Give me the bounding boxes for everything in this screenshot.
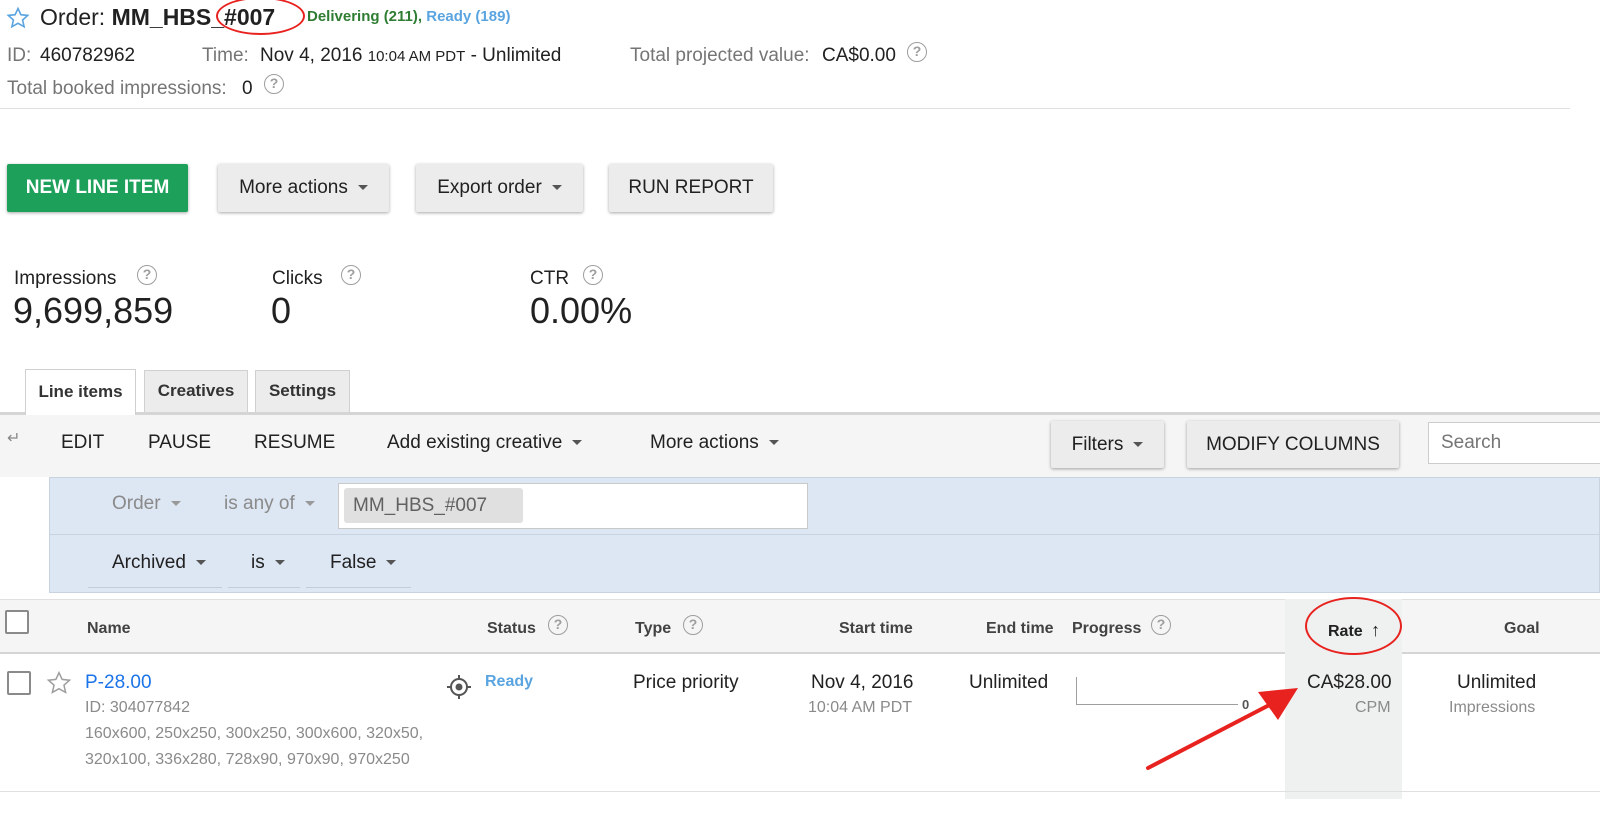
help-icon[interactable]: ?: [264, 74, 284, 94]
help-icon[interactable]: ?: [583, 265, 603, 285]
rate-unit: CPM: [1355, 699, 1391, 716]
goal-unit: Impressions: [1449, 699, 1536, 716]
collapse-arrow-icon[interactable]: ↵: [7, 428, 20, 448]
caret-down-icon: [304, 501, 315, 507]
booked-label: Total booked impressions:: [7, 78, 227, 99]
header-divider: [0, 108, 1570, 109]
booked-value: 0: [242, 78, 253, 99]
filter-operator-is[interactable]: is: [228, 552, 300, 588]
status-summary: Delivering (211), Ready (189): [307, 8, 511, 25]
add-existing-creative-dropdown[interactable]: Add existing creative: [387, 432, 583, 454]
target-icon: [446, 674, 472, 705]
order-name: MM_HBS_: [111, 4, 225, 30]
help-icon[interactable]: ?: [907, 42, 927, 62]
goal-value: Unlimited: [1457, 672, 1537, 693]
header-progress[interactable]: Progress: [1072, 620, 1141, 638]
run-report-button[interactable]: RUN REPORT: [609, 164, 773, 212]
caret-down-icon: [572, 440, 583, 446]
rate-value: CA$28.00: [1307, 672, 1392, 693]
annotation-circle: [216, 0, 305, 35]
caret-down-icon: [357, 185, 368, 191]
help-icon[interactable]: ?: [1151, 615, 1171, 635]
caret-down-icon: [1133, 442, 1144, 448]
id-label: ID:: [7, 45, 32, 66]
impressions-value: 9,699,859: [13, 290, 174, 331]
line-item-sizes: 320x100, 336x280, 728x90, 970x90, 970x25…: [85, 751, 410, 768]
caret-down-icon: [274, 560, 285, 566]
ctr-value: 0.00%: [530, 290, 633, 331]
clicks-value: 0: [271, 290, 292, 331]
header-name[interactable]: Name: [87, 620, 131, 638]
row-checkbox[interactable]: [7, 671, 31, 695]
header-start-time[interactable]: Start time: [839, 620, 913, 638]
projected-label: Total projected value:: [630, 45, 810, 66]
caret-down-icon: [386, 560, 397, 566]
annotation-circle: [1305, 597, 1402, 655]
header-status[interactable]: Status: [487, 620, 536, 638]
header-end-time[interactable]: End time: [986, 620, 1054, 638]
caret-down-icon: [170, 501, 181, 507]
filter-value-false[interactable]: False: [306, 552, 411, 588]
delivering-count[interactable]: Delivering (211): [307, 8, 418, 25]
search-input[interactable]: [1428, 422, 1600, 464]
line-item-id: ID: 304077842: [85, 699, 190, 716]
caret-down-icon: [768, 440, 779, 446]
star-icon[interactable]: [6, 6, 30, 35]
time-label: Time:: [202, 45, 249, 66]
annotation-arrow: [1146, 688, 1298, 770]
pause-button[interactable]: PAUSE: [148, 432, 211, 454]
toolbar-more-actions-dropdown[interactable]: More actions: [650, 432, 779, 454]
start-date: Nov 4, 2016: [811, 672, 914, 693]
export-order-button[interactable]: Export order: [416, 164, 583, 212]
start-clock: 10:04 AM PDT: [808, 699, 913, 716]
resume-button[interactable]: RESUME: [254, 432, 335, 454]
ctr-label: CTR: [530, 268, 570, 289]
projected-value: CA$0.00: [822, 45, 896, 66]
filter-chip[interactable]: MM_HBS_#007: [344, 488, 523, 523]
impressions-label: Impressions: [14, 268, 117, 289]
more-actions-button[interactable]: More actions: [218, 164, 389, 212]
help-icon[interactable]: ?: [137, 265, 157, 285]
line-item-link[interactable]: P-28.00: [85, 672, 152, 694]
filter-field-order[interactable]: Order: [112, 493, 181, 515]
new-line-item-button[interactable]: NEW LINE ITEM: [7, 164, 188, 212]
header-type[interactable]: Type: [635, 620, 671, 638]
star-icon[interactable]: [46, 670, 72, 701]
line-item-type: Price priority: [633, 672, 739, 693]
tab-creatives[interactable]: Creatives: [144, 370, 248, 414]
line-item-sizes: 160x600, 250x250, 300x250, 300x600, 320x…: [85, 725, 424, 742]
status-badge: Ready: [485, 673, 534, 690]
help-icon[interactable]: ?: [341, 265, 361, 285]
filter-field-archived[interactable]: Archived: [88, 552, 222, 588]
help-icon[interactable]: ?: [548, 615, 568, 635]
caret-down-icon: [195, 560, 206, 566]
filter-operator-any[interactable]: is any of: [224, 493, 315, 515]
clicks-label: Clicks: [272, 268, 323, 289]
time-value: Nov 4, 2016 10:04 AM PDT - Unlimited: [260, 45, 562, 66]
tab-line-items[interactable]: Line items: [25, 369, 136, 415]
filters-button[interactable]: Filters: [1051, 421, 1164, 468]
tab-settings[interactable]: Settings: [255, 370, 350, 414]
caret-down-icon: [551, 185, 562, 191]
title-prefix: Order:: [40, 4, 112, 30]
select-all-checkbox[interactable]: [5, 610, 29, 634]
edit-button[interactable]: EDIT: [61, 432, 104, 454]
id-value: 460782962: [40, 45, 136, 66]
help-icon[interactable]: ?: [683, 615, 703, 635]
end-time: Unlimited: [969, 672, 1049, 693]
header-goal[interactable]: Goal: [1504, 620, 1540, 638]
modify-columns-button[interactable]: MODIFY COLUMNS: [1187, 421, 1399, 468]
ready-count[interactable]: Ready (189): [426, 8, 510, 25]
